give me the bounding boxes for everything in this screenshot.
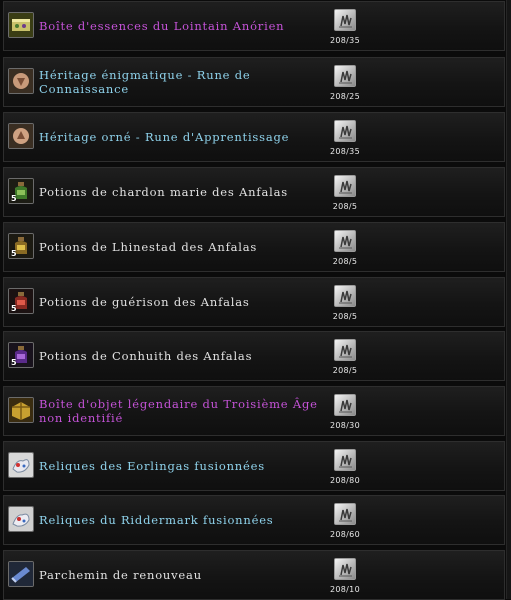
item-name: Potions de Conhuith des Anfalas — [39, 349, 253, 363]
barter-item-list: Boîte d'essences du Lointain Anórien 208/… — [0, 0, 511, 600]
item-name: Reliques des Eorlingas fusionnées — [39, 459, 265, 473]
list-item[interactable]: Héritage énigmatique - Rune de Connaissa… — [3, 57, 505, 107]
barter-token-icon[interactable] — [334, 9, 356, 31]
list-item[interactable]: Parchemin de renouveau 208/10 — [3, 550, 505, 600]
barter-token-icon[interactable] — [334, 449, 356, 471]
barter-token-icon[interactable] — [334, 120, 356, 142]
eorlingas-relic-icon[interactable] — [8, 452, 34, 478]
token-count: 208/5 — [332, 202, 358, 211]
green-potion-icon[interactable]: 5 — [8, 178, 34, 204]
barter-token-icon[interactable] — [334, 230, 356, 252]
token-count: 208/5 — [332, 366, 358, 375]
barter-token-icon[interactable] — [334, 558, 356, 580]
barter-token-icon[interactable] — [334, 394, 356, 416]
token-count: 208/80 — [330, 476, 360, 485]
stack-quantity: 5 — [11, 358, 17, 367]
barter-token-icon[interactable] — [334, 175, 356, 197]
item-name: Potions de chardon marie des Anfalas — [39, 185, 288, 199]
item-name: Parchemin de renouveau — [39, 568, 202, 582]
token-count: 208/35 — [330, 36, 360, 45]
item-name: Potions de guérison des Anfalas — [39, 295, 250, 309]
purple-potion-icon[interactable]: 5 — [8, 342, 34, 368]
red-potion-icon[interactable]: 5 — [8, 288, 34, 314]
stack-quantity: 5 — [11, 194, 17, 203]
token-count: 208/5 — [332, 257, 358, 266]
barter-token-icon[interactable] — [334, 339, 356, 361]
item-name: Boîte d'essences du Lointain Anórien — [39, 19, 285, 33]
list-item[interactable]: 5 Potions de guérison des Anfalas 208/5 — [3, 277, 505, 327]
list-item[interactable]: 5 Potions de Conhuith des Anfalas 208/5 — [3, 331, 505, 381]
list-item[interactable]: Boîte d'essences du Lointain Anórien 208/… — [3, 1, 505, 51]
rune-of-knowledge-icon[interactable] — [8, 68, 34, 94]
token-count: 208/35 — [330, 147, 360, 156]
token-count: 208/25 — [330, 92, 360, 101]
item-name: Héritage orné - Rune d'Apprentissage — [39, 130, 290, 144]
item-name: Potions de Lhinestad des Anfalas — [39, 240, 258, 254]
token-count: 208/10 — [330, 585, 360, 594]
legendary-box-icon[interactable] — [8, 397, 34, 423]
barter-token-icon[interactable] — [334, 503, 356, 525]
token-count: 208/30 — [330, 421, 360, 430]
item-name: Héritage énigmatique - Rune de Connaissa… — [39, 68, 251, 96]
item-name: Reliques du Riddermark fusionnées — [39, 513, 274, 527]
essence-box-icon[interactable] — [8, 12, 34, 38]
list-item[interactable]: Boîte d'objet légendaire du Troisième Âg… — [3, 386, 505, 436]
token-count: 208/5 — [332, 312, 358, 321]
riddermark-relic-icon[interactable] — [8, 506, 34, 532]
yellow-potion-icon[interactable]: 5 — [8, 233, 34, 259]
token-count: 208/60 — [330, 530, 360, 539]
barter-token-icon[interactable] — [334, 285, 356, 307]
stack-quantity: 5 — [11, 304, 17, 313]
list-item[interactable]: Reliques du Riddermark fusionnées 208/60 — [3, 495, 505, 545]
scrollbar[interactable] — [506, 0, 511, 599]
list-item[interactable]: Héritage orné - Rune d'Apprentissage 208/… — [3, 112, 505, 162]
item-name: Boîte d'objet légendaire du Troisième Âg… — [39, 397, 318, 425]
stack-quantity: 5 — [11, 249, 17, 258]
list-item[interactable]: Reliques des Eorlingas fusionnées 208/80 — [3, 441, 505, 491]
barter-token-icon[interactable] — [334, 65, 356, 87]
list-item[interactable]: 5 Potions de Lhinestad des Anfalas 208/5 — [3, 222, 505, 272]
list-item[interactable]: 5 Potions de chardon marie des Anfalas 208… — [3, 167, 505, 217]
scroll-icon[interactable] — [8, 561, 34, 587]
rune-of-learning-icon[interactable] — [8, 123, 34, 149]
